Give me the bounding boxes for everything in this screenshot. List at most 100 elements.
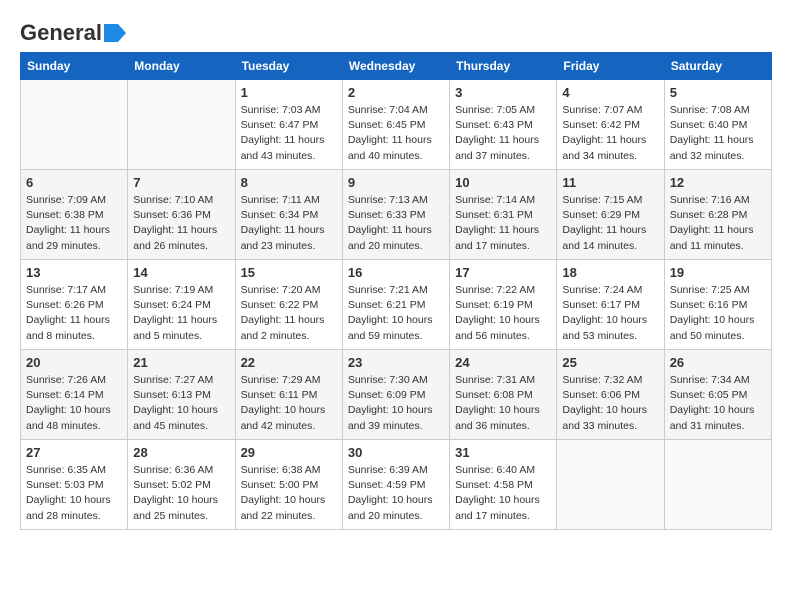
day-info: Sunrise: 7:20 AM Sunset: 6:22 PM Dayligh… <box>241 283 337 344</box>
calendar-cell <box>557 440 664 530</box>
calendar-cell: 1 Sunrise: 7:03 AM Sunset: 6:47 PM Daylig… <box>235 80 342 170</box>
day-number: 12 <box>670 175 766 190</box>
day-info: Sunrise: 7:32 AM Sunset: 6:06 PM Dayligh… <box>562 373 658 434</box>
calendar-header-row: SundayMondayTuesdayWednesdayThursdayFrid… <box>21 53 772 80</box>
day-info: Sunrise: 7:10 AM Sunset: 6:36 PM Dayligh… <box>133 193 229 254</box>
day-info: Sunrise: 7:05 AM Sunset: 6:43 PM Dayligh… <box>455 103 551 164</box>
calendar-cell: 30 Sunrise: 6:39 AM Sunset: 4:59 PM Dayli… <box>342 440 449 530</box>
calendar-cell: 28 Sunrise: 6:36 AM Sunset: 5:02 PM Dayli… <box>128 440 235 530</box>
day-number: 27 <box>26 445 122 460</box>
calendar-cell: 27 Sunrise: 6:35 AM Sunset: 5:03 PM Dayli… <box>21 440 128 530</box>
day-number: 20 <box>26 355 122 370</box>
calendar-cell: 2 Sunrise: 7:04 AM Sunset: 6:45 PM Daylig… <box>342 80 449 170</box>
day-info: Sunrise: 7:19 AM Sunset: 6:24 PM Dayligh… <box>133 283 229 344</box>
day-number: 19 <box>670 265 766 280</box>
calendar-header-tuesday: Tuesday <box>235 53 342 80</box>
day-number: 2 <box>348 85 444 100</box>
day-info: Sunrise: 7:31 AM Sunset: 6:08 PM Dayligh… <box>455 373 551 434</box>
calendar-week-3: 13Sunrise: 7:17 AM Sunset: 6:26 PM Dayli… <box>21 260 772 350</box>
day-info: Sunrise: 6:38 AM Sunset: 5:00 PM Dayligh… <box>241 463 337 524</box>
calendar-cell: 24 Sunrise: 7:31 AM Sunset: 6:08 PM Dayli… <box>450 350 557 440</box>
calendar-cell: 26 Sunrise: 7:34 AM Sunset: 6:05 PM Dayli… <box>664 350 771 440</box>
calendar-cell: 13Sunrise: 7:17 AM Sunset: 6:26 PM Dayli… <box>21 260 128 350</box>
day-info: Sunrise: 7:03 AM Sunset: 6:47 PM Dayligh… <box>241 103 337 164</box>
calendar-cell: 17 Sunrise: 7:22 AM Sunset: 6:19 PM Dayli… <box>450 260 557 350</box>
day-info: Sunrise: 7:25 AM Sunset: 6:16 PM Dayligh… <box>670 283 766 344</box>
day-info: Sunrise: 7:13 AM Sunset: 6:33 PM Dayligh… <box>348 193 444 254</box>
day-info: Sunrise: 7:27 AM Sunset: 6:13 PM Dayligh… <box>133 373 229 434</box>
day-info: Sunrise: 6:36 AM Sunset: 5:02 PM Dayligh… <box>133 463 229 524</box>
calendar-header-friday: Friday <box>557 53 664 80</box>
day-number: 31 <box>455 445 551 460</box>
calendar-cell: 16 Sunrise: 7:21 AM Sunset: 6:21 PM Dayli… <box>342 260 449 350</box>
calendar-cell <box>128 80 235 170</box>
day-number: 10 <box>455 175 551 190</box>
day-info: Sunrise: 6:35 AM Sunset: 5:03 PM Dayligh… <box>26 463 122 524</box>
calendar-cell: 11Sunrise: 7:15 AM Sunset: 6:29 PM Dayli… <box>557 170 664 260</box>
calendar-cell <box>664 440 771 530</box>
calendar-cell: 31 Sunrise: 6:40 AM Sunset: 4:58 PM Dayli… <box>450 440 557 530</box>
calendar-header-wednesday: Wednesday <box>342 53 449 80</box>
day-info: Sunrise: 7:17 AM Sunset: 6:26 PM Dayligh… <box>26 283 122 344</box>
day-info: Sunrise: 7:08 AM Sunset: 6:40 PM Dayligh… <box>670 103 766 164</box>
logo-general: General <box>20 20 102 46</box>
calendar-cell: 22 Sunrise: 7:29 AM Sunset: 6:11 PM Dayli… <box>235 350 342 440</box>
day-info: Sunrise: 7:22 AM Sunset: 6:19 PM Dayligh… <box>455 283 551 344</box>
calendar-week-4: 20 Sunrise: 7:26 AM Sunset: 6:14 PM Dayli… <box>21 350 772 440</box>
calendar-cell: 29 Sunrise: 6:38 AM Sunset: 5:00 PM Dayli… <box>235 440 342 530</box>
calendar-cell: 8 Sunrise: 7:11 AM Sunset: 6:34 PM Daylig… <box>235 170 342 260</box>
calendar-week-5: 27 Sunrise: 6:35 AM Sunset: 5:03 PM Dayli… <box>21 440 772 530</box>
day-number: 16 <box>348 265 444 280</box>
day-number: 24 <box>455 355 551 370</box>
day-info: Sunrise: 7:34 AM Sunset: 6:05 PM Dayligh… <box>670 373 766 434</box>
calendar-cell: 19 Sunrise: 7:25 AM Sunset: 6:16 PM Dayli… <box>664 260 771 350</box>
day-info: Sunrise: 7:14 AM Sunset: 6:31 PM Dayligh… <box>455 193 551 254</box>
calendar-cell: 6 Sunrise: 7:09 AM Sunset: 6:38 PM Daylig… <box>21 170 128 260</box>
day-number: 28 <box>133 445 229 460</box>
calendar-cell: 10 Sunrise: 7:14 AM Sunset: 6:31 PM Dayli… <box>450 170 557 260</box>
calendar-cell: 4Sunrise: 7:07 AM Sunset: 6:42 PM Daylig… <box>557 80 664 170</box>
day-number: 3 <box>455 85 551 100</box>
day-number: 9 <box>348 175 444 190</box>
day-number: 6 <box>26 175 122 190</box>
day-info: Sunrise: 6:39 AM Sunset: 4:59 PM Dayligh… <box>348 463 444 524</box>
day-info: Sunrise: 7:09 AM Sunset: 6:38 PM Dayligh… <box>26 193 122 254</box>
calendar-cell: 21Sunrise: 7:27 AM Sunset: 6:13 PM Dayli… <box>128 350 235 440</box>
logo-arrow-icon <box>104 24 126 42</box>
day-number: 30 <box>348 445 444 460</box>
calendar-header-monday: Monday <box>128 53 235 80</box>
day-number: 18 <box>562 265 658 280</box>
day-info: Sunrise: 7:11 AM Sunset: 6:34 PM Dayligh… <box>241 193 337 254</box>
day-info: Sunrise: 7:26 AM Sunset: 6:14 PM Dayligh… <box>26 373 122 434</box>
calendar-cell: 25 Sunrise: 7:32 AM Sunset: 6:06 PM Dayli… <box>557 350 664 440</box>
day-number: 1 <box>241 85 337 100</box>
calendar-header-sunday: Sunday <box>21 53 128 80</box>
day-info: Sunrise: 7:21 AM Sunset: 6:21 PM Dayligh… <box>348 283 444 344</box>
day-info: Sunrise: 7:24 AM Sunset: 6:17 PM Dayligh… <box>562 283 658 344</box>
day-number: 15 <box>241 265 337 280</box>
day-number: 26 <box>670 355 766 370</box>
calendar-week-2: 6 Sunrise: 7:09 AM Sunset: 6:38 PM Daylig… <box>21 170 772 260</box>
day-number: 14 <box>133 265 229 280</box>
calendar-cell: 9 Sunrise: 7:13 AM Sunset: 6:33 PM Daylig… <box>342 170 449 260</box>
day-info: Sunrise: 7:16 AM Sunset: 6:28 PM Dayligh… <box>670 193 766 254</box>
day-number: 22 <box>241 355 337 370</box>
calendar-body: 1 Sunrise: 7:03 AM Sunset: 6:47 PM Daylig… <box>21 80 772 530</box>
day-number: 29 <box>241 445 337 460</box>
day-number: 8 <box>241 175 337 190</box>
day-info: Sunrise: 7:30 AM Sunset: 6:09 PM Dayligh… <box>348 373 444 434</box>
calendar-cell: 20 Sunrise: 7:26 AM Sunset: 6:14 PM Dayli… <box>21 350 128 440</box>
day-number: 23 <box>348 355 444 370</box>
calendar-cell: 5 Sunrise: 7:08 AM Sunset: 6:40 PM Daylig… <box>664 80 771 170</box>
day-number: 17 <box>455 265 551 280</box>
calendar-table: SundayMondayTuesdayWednesdayThursdayFrid… <box>20 52 772 530</box>
calendar-week-1: 1 Sunrise: 7:03 AM Sunset: 6:47 PM Daylig… <box>21 80 772 170</box>
day-number: 5 <box>670 85 766 100</box>
calendar-header-thursday: Thursday <box>450 53 557 80</box>
calendar-cell <box>21 80 128 170</box>
day-info: Sunrise: 6:40 AM Sunset: 4:58 PM Dayligh… <box>455 463 551 524</box>
calendar-cell: 18 Sunrise: 7:24 AM Sunset: 6:17 PM Dayli… <box>557 260 664 350</box>
day-info: Sunrise: 7:04 AM Sunset: 6:45 PM Dayligh… <box>348 103 444 164</box>
day-number: 25 <box>562 355 658 370</box>
day-info: Sunrise: 7:29 AM Sunset: 6:11 PM Dayligh… <box>241 373 337 434</box>
